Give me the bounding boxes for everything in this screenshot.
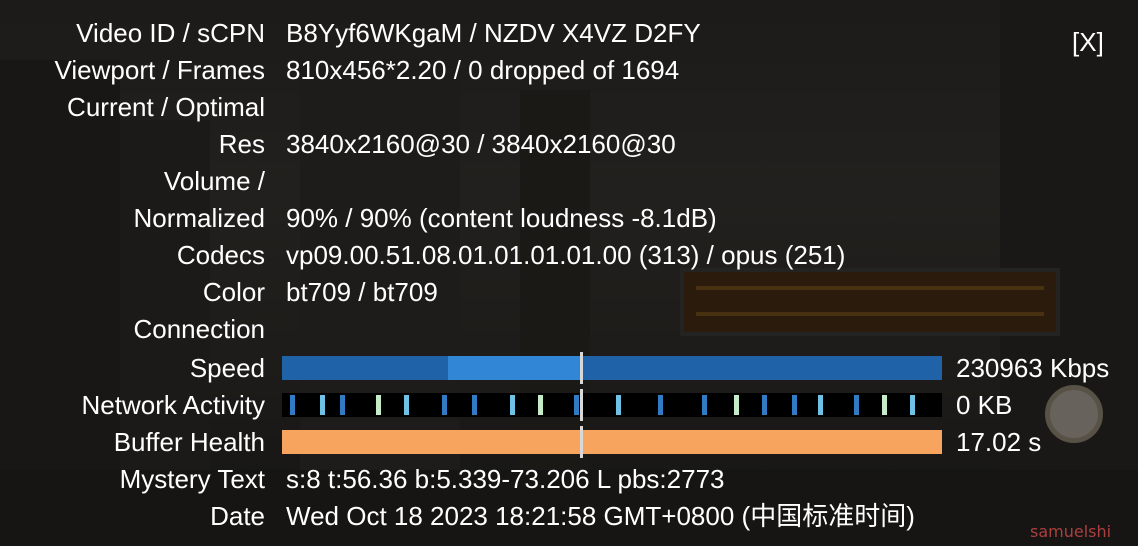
label-mystery-text: Mystery Text bbox=[119, 464, 265, 494]
network-activity-tick bbox=[510, 395, 515, 415]
network-activity-tick bbox=[882, 395, 887, 415]
network-activity-tick bbox=[320, 395, 325, 415]
watermark: samuelshi bbox=[1030, 522, 1112, 541]
label-current-optimal: Current / Optimal bbox=[67, 92, 265, 122]
row-res: Res 3840x2160@30 / 3840x2160@30 bbox=[0, 126, 1138, 163]
row-connection: Connection bbox=[0, 311, 1138, 348]
value-codecs: vp09.00.51.08.01.01.01.01.00 (313) / opu… bbox=[286, 240, 846, 270]
row-normalized: Normalized 90% / 90% (content loudness -… bbox=[0, 200, 1138, 237]
graph-divider bbox=[580, 389, 583, 421]
label-codecs: Codecs bbox=[176, 240, 265, 270]
label-viewport: Viewport / Frames bbox=[54, 55, 265, 85]
network-activity-tick bbox=[658, 395, 663, 415]
label-video-id: Video ID / sCPN bbox=[76, 18, 265, 48]
value-speed: 230963 Kbps bbox=[956, 353, 1110, 383]
label-volume: Volume / bbox=[163, 166, 265, 196]
value-network-activity: 0 KB bbox=[956, 390, 1013, 420]
value-res: 3840x2160@30 / 3840x2160@30 bbox=[286, 129, 676, 159]
network-activity-graph bbox=[282, 389, 942, 421]
value-color: bt709 / bt709 bbox=[286, 277, 438, 307]
network-activity-tick bbox=[442, 395, 447, 415]
network-activity-tick bbox=[616, 395, 621, 415]
speed-graph bbox=[282, 352, 942, 384]
label-res: Res bbox=[218, 129, 265, 159]
row-codecs: Codecs vp09.00.51.08.01.01.01.01.00 (313… bbox=[0, 237, 1138, 274]
network-activity-tick bbox=[538, 395, 543, 415]
value-viewport: 810x456*2.20 / 0 dropped of 1694 bbox=[286, 55, 680, 85]
network-activity-tick bbox=[574, 395, 579, 415]
network-activity-tick bbox=[340, 395, 345, 415]
label-buffer-health: Buffer Health bbox=[113, 427, 265, 457]
label-color: Color bbox=[202, 277, 265, 307]
speed-graph-peak bbox=[448, 356, 580, 380]
graph-divider bbox=[580, 352, 583, 384]
label-speed: Speed bbox=[189, 353, 265, 383]
value-normalized: 90% / 90% (content loudness -8.1dB) bbox=[286, 203, 717, 233]
value-video-id: B8Yyf6WKgaM / NZDV X4VZ D2FY bbox=[286, 18, 701, 48]
value-mystery-text: s:8 t:56.36 b:5.339-73.206 L pbs:2773 bbox=[286, 464, 725, 494]
label-normalized: Normalized bbox=[133, 203, 266, 233]
network-activity-tick bbox=[734, 395, 739, 415]
graph-divider bbox=[580, 426, 583, 458]
row-mystery-text: Mystery Text s:8 t:56.36 b:5.339-73.206 … bbox=[0, 461, 1138, 498]
network-activity-tick bbox=[910, 395, 915, 415]
network-activity-tick bbox=[792, 395, 797, 415]
network-activity-tick bbox=[818, 395, 823, 415]
row-color: Color bt709 / bt709 bbox=[0, 274, 1138, 311]
network-activity-tick bbox=[854, 395, 859, 415]
row-speed: Speed 230963 Kbps bbox=[0, 350, 1138, 387]
row-date: Date Wed Oct 18 2023 18:21:58 GMT+0800 (… bbox=[0, 498, 1138, 535]
network-activity-tick bbox=[376, 395, 381, 415]
network-activity-tick bbox=[762, 395, 767, 415]
buffer-health-graph bbox=[282, 426, 942, 458]
network-activity-tick bbox=[290, 395, 295, 415]
row-network-activity: Network Activity 0 KB bbox=[0, 387, 1138, 424]
value-date: Wed Oct 18 2023 18:21:58 GMT+0800 (中国标准时… bbox=[286, 501, 915, 531]
row-video-id: Video ID / sCPN B8Yyf6WKgaM / NZDV X4VZ … bbox=[0, 15, 1138, 52]
label-network-activity: Network Activity bbox=[81, 390, 266, 420]
row-viewport: Viewport / Frames 810x456*2.20 / 0 dropp… bbox=[0, 52, 1138, 89]
network-activity-tick bbox=[472, 395, 477, 415]
network-activity-tick bbox=[702, 395, 707, 415]
row-current-optimal: Current / Optimal bbox=[0, 89, 1138, 126]
row-buffer-health: Buffer Health 17.02 s bbox=[0, 424, 1138, 461]
row-volume: Volume / bbox=[0, 163, 1138, 200]
network-activity-tick bbox=[404, 395, 409, 415]
label-connection: Connection bbox=[133, 314, 265, 344]
value-buffer-health: 17.02 s bbox=[956, 427, 1042, 457]
label-date: Date bbox=[210, 501, 265, 531]
stats-for-nerds-panel: [X] Video ID / sCPN B8Yyf6WKgaM / NZDV X… bbox=[0, 0, 1138, 546]
